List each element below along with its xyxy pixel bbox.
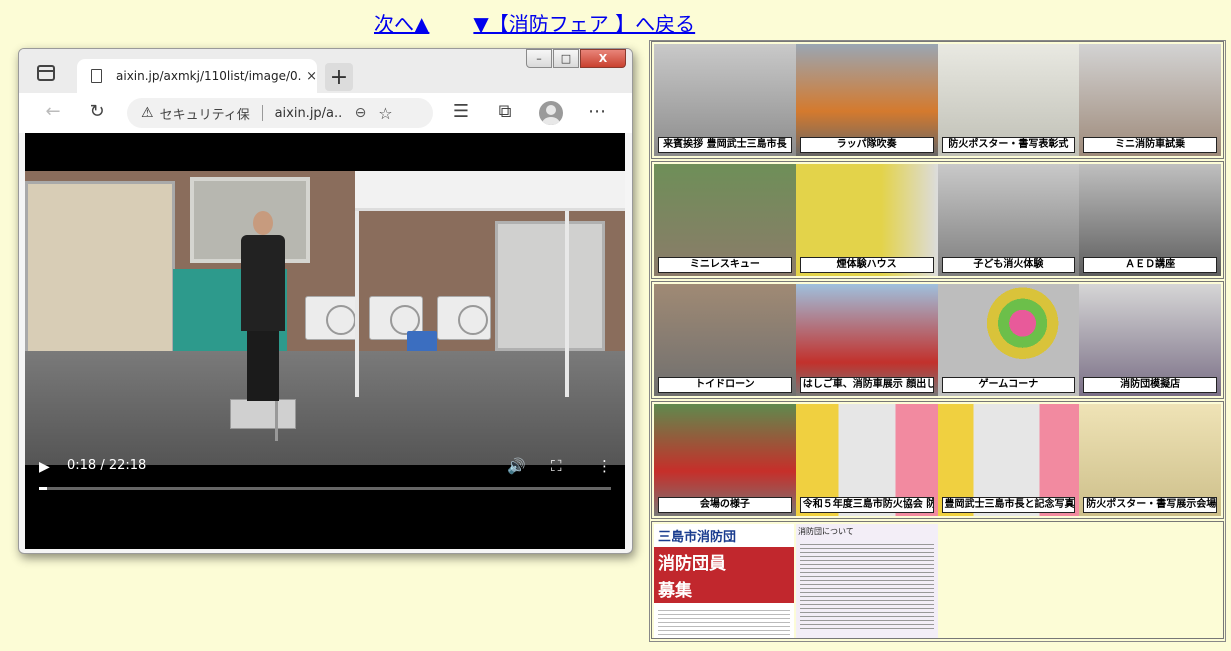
tent-pole xyxy=(565,211,569,397)
photo-caption: 子ども消火体験 xyxy=(941,257,1076,273)
url-text: aixin.jp/a... xyxy=(274,105,343,121)
video-more-icon[interactable]: ⋮ xyxy=(597,457,612,475)
gallery-photo[interactable]: ミニ消防車試乗 xyxy=(1079,44,1221,156)
gallery-photo[interactable]: ミニレスキュー xyxy=(654,164,796,276)
browser-tab[interactable]: aixin.jp/axmkj/110list/image/0... × xyxy=(77,59,317,93)
person-body xyxy=(241,235,285,331)
video-player[interactable]: ▶ 0:18 / 22:18 🔊 ⛶ ⋮ xyxy=(25,133,625,549)
next-link[interactable]: 次へ▲ xyxy=(374,12,429,36)
photo-caption: 会場の様子 xyxy=(658,497,792,513)
photo-caption: 豊岡武士三島市長と記念写真 xyxy=(941,497,1076,513)
gallery-photo[interactable]: 煙体験ハウス xyxy=(795,164,938,276)
browser-window: aixin.jp/axmkj/110list/image/0... × + – … xyxy=(18,48,633,554)
gallery-photo[interactable]: トイドローン xyxy=(654,284,796,396)
poster-title: 三島市消防団 xyxy=(654,524,794,547)
gallery-photo[interactable]: 防火ポスター・書写表彰式 xyxy=(937,44,1080,156)
gallery-row: トイドローン はしご車、消防車展示 顔出しパネル ゲームコーナ 消防団模擬店 xyxy=(651,281,1224,399)
photo-caption: ゲームコーナ xyxy=(941,377,1076,393)
tab-actions-icon[interactable] xyxy=(37,65,55,81)
gallery-photo[interactable]: ゲームコーナ xyxy=(937,284,1080,396)
photo-caption: 令和５年度三島市防火協会 防火ポスター・書写表彰式記念写真 xyxy=(799,497,934,513)
tent-pole xyxy=(355,211,359,397)
building-door xyxy=(495,221,605,351)
refresh-icon[interactable]: ↻ xyxy=(85,101,109,122)
video-progress-fill xyxy=(39,487,47,490)
gallery-photo[interactable]: ＡＥＤ講座 xyxy=(1079,164,1221,276)
gallery-photo[interactable]: 子ども消火体験 xyxy=(937,164,1080,276)
gallery-photo[interactable]: 令和５年度三島市防火協会 防火ポスター・書写表彰式記念写真 xyxy=(795,404,938,516)
new-tab-button[interactable]: + xyxy=(325,63,353,91)
video-frame xyxy=(25,171,625,465)
gallery-row-recruit: 三島市消防団 消防団員 募集 消防団について xyxy=(651,521,1224,639)
gallery-photo[interactable]: 来賓挨拶 豊岡武士三島市長 xyxy=(654,44,796,156)
video-progress-bar[interactable] xyxy=(39,487,611,490)
gallery-row: 会場の様子 令和５年度三島市防火協会 防火ポスター・書写表彰式記念写真 豊岡武士… xyxy=(651,401,1224,519)
recruit-document[interactable]: 消防団について xyxy=(796,524,938,638)
gallery-row: 来賓挨拶 豊岡武士三島市長 ラッパ隊吹奏 防火ポスター・書写表彰式 ミニ消防車試… xyxy=(651,41,1224,159)
ac-unit xyxy=(437,296,491,340)
gallery-photo[interactable]: 防火ポスター・書写展示会場 xyxy=(1079,404,1221,516)
document-text-lines xyxy=(800,541,934,631)
photo-caption: 消防団模擬店 xyxy=(1083,377,1217,393)
person-legs xyxy=(247,331,279,401)
photo-caption: 煙体験ハウス xyxy=(799,257,934,273)
more-menu-icon[interactable]: ⋯ xyxy=(585,101,609,122)
document-title: 消防団について xyxy=(798,527,854,536)
speaker-person xyxy=(235,211,291,411)
volume-icon[interactable]: 🔊 xyxy=(507,457,526,475)
maximize-button[interactable]: □ xyxy=(553,49,579,68)
top-navigation: 次へ▲ ▼【消防フェア 】へ戻る xyxy=(374,8,695,37)
photo-caption: 防火ポスター・書写表彰式 xyxy=(941,137,1076,153)
gallery-row: ミニレスキュー 煙体験ハウス 子ども消火体験 ＡＥＤ講座 xyxy=(651,161,1224,279)
photo-caption: 防火ポスター・書写展示会場 xyxy=(1083,497,1217,513)
back-arrow-icon[interactable]: ← xyxy=(41,101,65,122)
photo-caption: トイドローン xyxy=(658,377,792,393)
photo-caption: ミニ消防車試乗 xyxy=(1083,137,1217,153)
back-link[interactable]: ▼【消防フェア 】へ戻る xyxy=(473,12,695,36)
warning-icon: ⚠ xyxy=(141,105,154,121)
photo-caption: 来賓挨拶 豊岡武士三島市長 xyxy=(658,137,792,153)
minimize-button[interactable]: – xyxy=(526,49,552,68)
favorites-icon[interactable]: ☰ xyxy=(449,101,473,122)
tab-title: aixin.jp/axmkj/110list/image/0... xyxy=(116,69,303,83)
security-label: セキュリティ保護な xyxy=(159,107,250,123)
recruit-poster[interactable]: 三島市消防団 消防団員 募集 xyxy=(654,524,794,638)
fullscreen-icon[interactable]: ⛶ xyxy=(551,457,562,475)
gallery-photo[interactable]: はしご車、消防車展示 顔出しパネル xyxy=(795,284,938,396)
gallery-photo[interactable]: 会場の様子 xyxy=(654,404,796,516)
zoom-icon[interactable]: ⊖ xyxy=(355,105,367,121)
ground xyxy=(25,351,625,465)
document-icon xyxy=(91,69,102,83)
close-tab-icon[interactable]: × xyxy=(306,69,317,84)
window-controls: – □ X xyxy=(526,49,626,68)
gallery-photo[interactable]: ラッパ隊吹奏 xyxy=(795,44,938,156)
white-tent xyxy=(355,171,625,211)
photo-gallery: 来賓挨拶 豊岡武士三島市長 ラッパ隊吹奏 防火ポスター・書写表彰式 ミニ消防車試… xyxy=(649,40,1226,642)
gallery-photo[interactable]: 消防団模擬店 xyxy=(1079,284,1221,396)
poster-heading: 消防団員 xyxy=(654,547,794,576)
poster-text-lines xyxy=(658,607,790,638)
add-favorite-icon[interactable]: ☆ xyxy=(378,104,392,123)
profile-avatar[interactable] xyxy=(539,101,563,125)
person-head xyxy=(253,211,273,235)
photo-caption: ミニレスキュー xyxy=(658,257,792,273)
collections-icon[interactable]: ⧉ xyxy=(493,101,517,122)
poster-subheading: 募集 xyxy=(654,576,794,603)
browser-toolbar: ← ↻ ⚠ セキュリティ保護な aixin.jp/a... ⊖ ☆ ☰ ⧉ ⋯ xyxy=(19,93,632,133)
photo-caption: ラッパ隊吹奏 xyxy=(799,137,934,153)
gallery-photo[interactable]: 豊岡武士三島市長と記念写真 xyxy=(937,404,1080,516)
video-time: 0:18 / 22:18 xyxy=(67,458,147,473)
ac-unit xyxy=(305,296,359,340)
photo-caption: はしご車、消防車展示 顔出しパネル xyxy=(799,377,934,393)
address-separator xyxy=(261,105,263,121)
play-icon[interactable]: ▶ xyxy=(39,459,50,475)
close-window-button[interactable]: X xyxy=(580,49,626,68)
storage-shed xyxy=(25,181,175,369)
address-bar[interactable]: ⚠ セキュリティ保護な aixin.jp/a... ⊖ ☆ xyxy=(127,98,433,128)
photo-caption: ＡＥＤ講座 xyxy=(1083,257,1217,273)
